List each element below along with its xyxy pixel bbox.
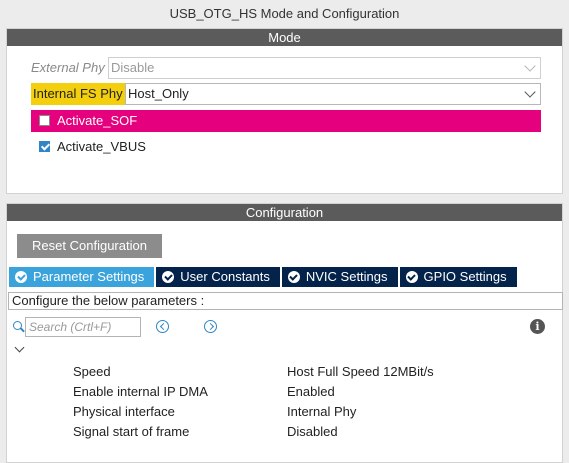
previous-match-icon[interactable] [156, 320, 169, 333]
tab-label: GPIO Settings [423, 269, 507, 284]
param-row-sof[interactable]: Signal start of frame Disabled [7, 422, 562, 442]
tab-parameter-settings[interactable]: Parameter Settings [9, 267, 155, 287]
external-phy-select[interactable]: Disable [108, 57, 541, 79]
tab-label: Parameter Settings [33, 269, 145, 284]
search-row: Search (Crtl+F) i [7, 317, 562, 337]
internal-fs-phy-select[interactable]: Host_Only [125, 83, 541, 105]
info-icon[interactable]: i [530, 319, 545, 334]
configure-info-bar: Configure the below parameters : [8, 292, 563, 310]
activate-sof-label: Activate_SOF [57, 113, 138, 128]
configuration-header: Configuration [7, 204, 562, 221]
tab-label: NVIC Settings [305, 269, 388, 284]
param-name: Physical interface [73, 404, 175, 419]
param-row-physical-interface[interactable]: Physical interface Internal Phy [7, 402, 562, 422]
search-input[interactable]: Search (Crtl+F) [25, 317, 141, 337]
activate-sof-row[interactable]: Activate_SOF [31, 110, 541, 132]
check-circle-icon [162, 271, 175, 283]
internal-fs-phy-value: Host_Only [128, 86, 189, 101]
param-name: Enable internal IP DMA [73, 384, 208, 399]
check-circle-icon [15, 271, 27, 283]
internal-fs-phy-label: Internal FS Phy [31, 83, 125, 105]
param-value: Host Full Speed 12MBit/s [287, 364, 434, 379]
external-phy-value: Disable [111, 60, 155, 75]
param-value: Disabled [287, 424, 338, 439]
mode-header: Mode [7, 29, 562, 46]
param-value: Internal Phy [287, 404, 357, 419]
next-match-icon[interactable] [204, 320, 217, 333]
external-phy-label: External Phy [31, 60, 105, 75]
tab-bar: Parameter Settings User Constants NVIC S… [9, 267, 517, 287]
chevron-down-icon [524, 86, 536, 98]
tab-nvic-settings[interactable]: NVIC Settings [281, 267, 398, 287]
tab-label: User Constants [180, 269, 270, 284]
activate-vbus-label: Activate_VBUS [57, 139, 146, 154]
param-row-dma[interactable]: Enable internal IP DMA Enabled [7, 382, 562, 402]
tab-gpio-settings[interactable]: GPIO Settings [399, 267, 517, 287]
chevron-down-icon[interactable] [14, 342, 25, 353]
activate-vbus-row[interactable]: Activate_VBUS [31, 136, 541, 158]
chevron-down-icon [524, 60, 536, 72]
mode-panel: Mode External Phy Disable Internal FS Ph… [6, 28, 563, 194]
external-phy-row: External Phy Disable [31, 57, 541, 79]
activate-sof-checkbox[interactable] [39, 115, 50, 126]
parameter-list: Speed Host Full Speed 12MBit/s Enable in… [7, 362, 562, 442]
window-title: USB_OTG_HS Mode and Configuration [0, 0, 569, 28]
reset-configuration-button[interactable]: Reset Configuration [17, 234, 162, 258]
check-circle-icon [287, 271, 300, 283]
param-value: Enabled [287, 384, 335, 399]
check-circle-icon [405, 271, 418, 283]
param-name: Speed [73, 364, 111, 379]
activate-vbus-checkbox[interactable] [39, 141, 50, 152]
search-icon [13, 321, 22, 330]
tab-user-constants[interactable]: User Constants [156, 267, 280, 287]
param-row-speed[interactable]: Speed Host Full Speed 12MBit/s [7, 362, 562, 382]
configuration-panel: Configuration Reset Configuration Parame… [6, 203, 563, 463]
param-name: Signal start of frame [73, 424, 190, 439]
internal-fs-phy-row: Internal FS Phy Host_Only [31, 83, 541, 105]
